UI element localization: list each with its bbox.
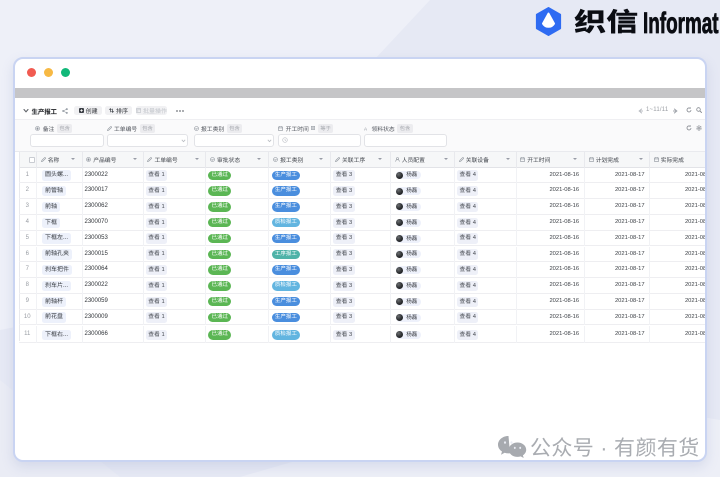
svg-text:A: A xyxy=(364,126,368,131)
